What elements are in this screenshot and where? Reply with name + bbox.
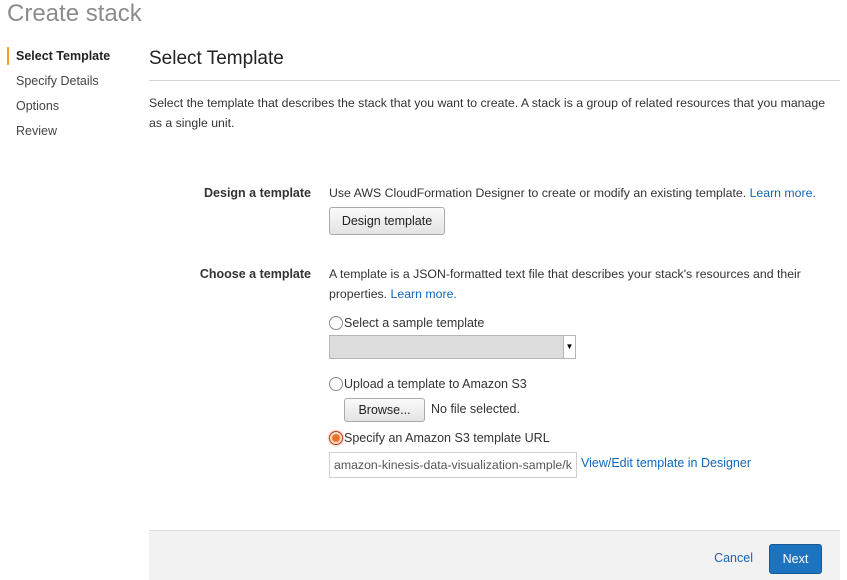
title-divider <box>149 80 840 81</box>
browse-button[interactable]: Browse... <box>344 398 425 422</box>
sidebar-item-specify-details[interactable]: Specify Details <box>7 71 137 96</box>
sidebar-item-options[interactable]: Options <box>7 96 137 121</box>
design-template-description: Use AWS CloudFormation Designer to creat… <box>329 183 829 203</box>
radio-upload-template[interactable]: Upload a template to Amazon S3 <box>329 376 527 394</box>
main-content: Select Template Select the template that… <box>149 46 840 133</box>
no-file-selected-text: No file selected. <box>431 402 520 416</box>
radio-url-template[interactable]: Specify an Amazon S3 template URL <box>329 430 550 448</box>
section-title: Select Template <box>149 48 284 69</box>
design-template-button[interactable]: Design template <box>329 207 445 235</box>
wizard-steps-sidebar: Select Template Specify Details Options … <box>7 46 137 146</box>
section-description: Select the template that describes the s… <box>149 96 826 130</box>
radio-url-icon[interactable] <box>329 430 343 445</box>
cancel-link[interactable]: Cancel <box>714 551 753 565</box>
wizard-footer: Cancel Next <box>149 530 840 580</box>
radio-upload-label: Upload a template to Amazon S3 <box>344 377 527 391</box>
sidebar-item-review[interactable]: Review <box>7 121 137 146</box>
radio-upload-icon[interactable] <box>329 376 343 391</box>
view-edit-designer-link[interactable]: View/Edit template in Designer <box>581 456 751 470</box>
radio-sample-icon[interactable] <box>329 315 343 330</box>
sample-template-select[interactable]: ▼ <box>329 335 576 359</box>
choose-template-label: Choose a template <box>199 267 311 281</box>
radio-url-label: Specify an Amazon S3 template URL <box>344 431 550 445</box>
page-title: Create stack <box>7 0 142 27</box>
choose-learn-more-link[interactable]: Learn more. <box>391 287 457 301</box>
design-learn-more-link[interactable]: Learn more. <box>750 186 816 200</box>
radio-sample-template[interactable]: Select a sample template <box>329 315 484 333</box>
radio-sample-label: Select a sample template <box>344 316 485 330</box>
next-button[interactable]: Next <box>769 544 822 574</box>
design-template-text: Use AWS CloudFormation Designer to creat… <box>329 186 747 200</box>
sidebar-item-select-template[interactable]: Select Template <box>7 46 137 71</box>
chevron-down-icon[interactable]: ▼ <box>563 336 575 358</box>
choose-template-description: A template is a JSON-formatted text file… <box>329 264 819 304</box>
design-template-label: Design a template <box>204 186 311 200</box>
template-url-input[interactable]: amazon-kinesis-data-visualization-sample… <box>329 452 577 478</box>
